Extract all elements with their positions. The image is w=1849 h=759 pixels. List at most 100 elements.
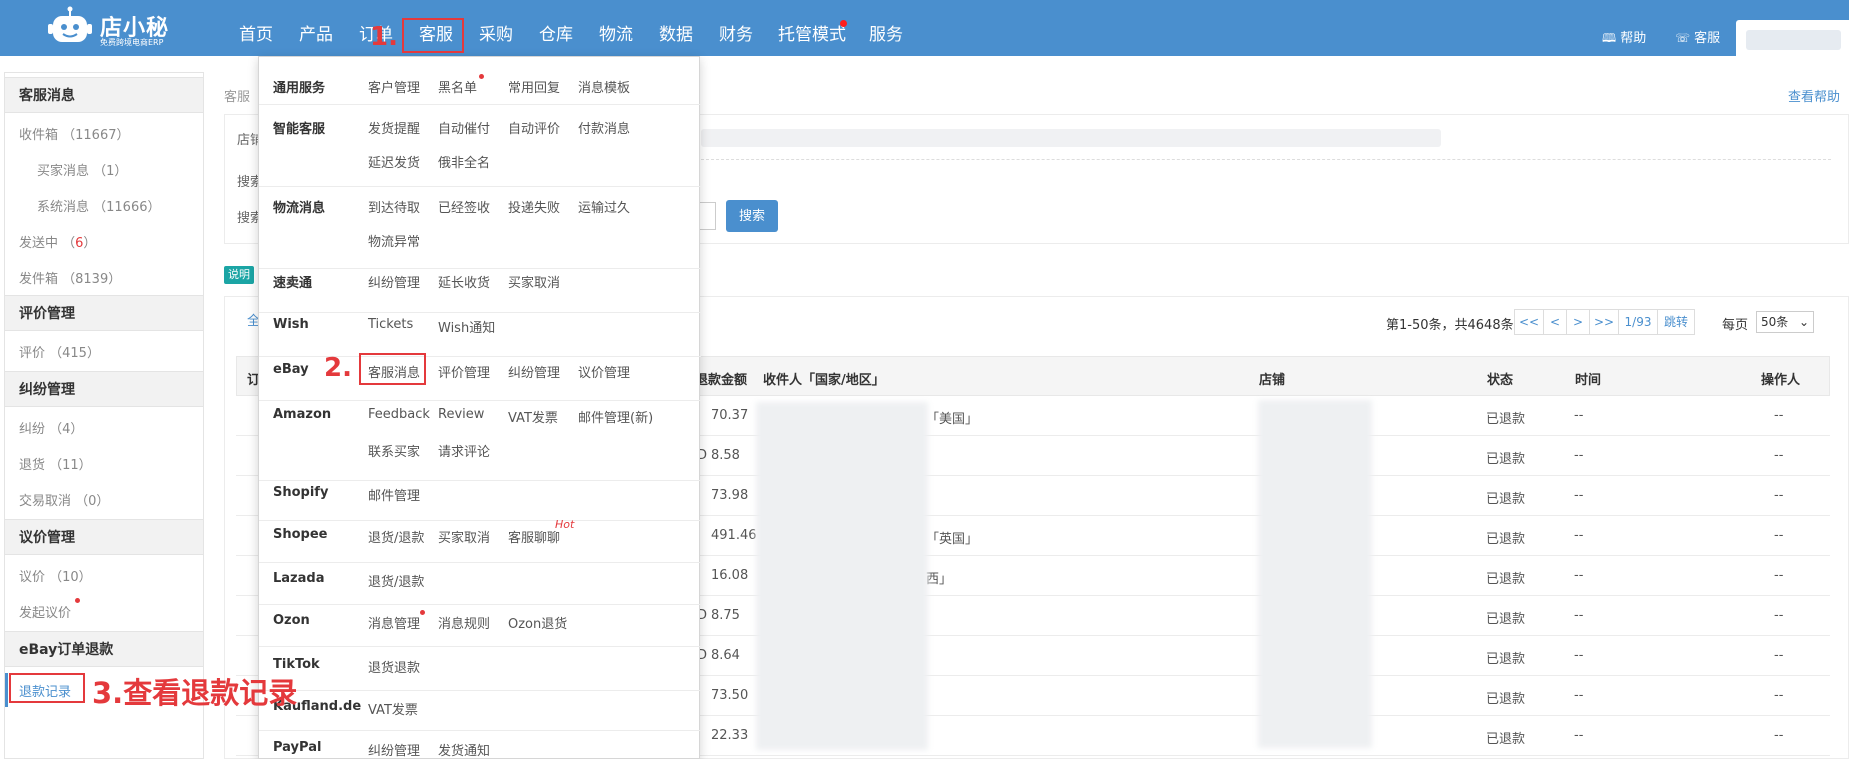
sidebar-item-system-messages[interactable]: 系统消息 （11666） — [37, 196, 161, 215]
dd-link[interactable]: 俄非全名 — [438, 152, 490, 171]
dd-link[interactable]: 消息规则 — [438, 613, 490, 632]
breadcrumb[interactable]: 客服 — [224, 86, 250, 105]
dd-link[interactable]: 付款消息 — [578, 118, 630, 137]
sidebar-item-buyer-messages[interactable]: 买家消息 （1） — [37, 160, 127, 179]
dd-link[interactable]: 延长收货 — [438, 272, 490, 291]
user-account-box[interactable] — [1736, 20, 1849, 56]
nav-finance[interactable]: 财务 — [716, 0, 756, 56]
sidebar-item-returns[interactable]: 退货 （11） — [19, 454, 92, 473]
row-operator: -- — [1774, 568, 1784, 583]
sidebar-item-reviews[interactable]: 评价 （415） — [19, 342, 100, 361]
sidebar-item-disputes[interactable]: 纠纷 （4） — [19, 418, 83, 437]
row-status: 已退款 — [1486, 732, 1526, 747]
dd-head-ozon: Ozon — [273, 613, 310, 628]
dd-link[interactable]: 发货通知 — [438, 740, 490, 759]
dd-new-dot — [420, 610, 425, 615]
dd-link[interactable]: 到达待取 — [368, 197, 420, 216]
start-offer-dot — [75, 598, 80, 603]
col-recipient: 收件人「国家/地区」 — [763, 373, 885, 388]
pager-last-button[interactable]: >> — [1589, 309, 1619, 335]
sidebar-item-inbox[interactable]: 收件箱 （11667） — [19, 124, 130, 143]
headset-icon: ☏ — [1675, 31, 1691, 45]
top-service-label: 客服 — [1694, 31, 1721, 46]
per-page-value: 50条 — [1761, 315, 1789, 329]
row-time: -- — [1574, 728, 1584, 743]
dd-link[interactable]: Feedback — [368, 407, 430, 422]
note-tag[interactable]: 说明 — [224, 266, 254, 284]
row-time: -- — [1574, 408, 1584, 423]
dd-link[interactable]: 纠纷管理 — [368, 740, 420, 759]
dd-link[interactable]: 客户管理 — [368, 77, 420, 96]
robot-logo-icon — [48, 6, 92, 42]
dd-link[interactable]: 评价管理 — [438, 362, 490, 381]
nav-hosted-mode[interactable]: 托管模式 — [776, 0, 848, 56]
pager-next-button[interactable]: > — [1566, 309, 1590, 335]
dd-link[interactable]: 退货/退款 — [368, 527, 424, 546]
dd-link[interactable]: 物流异常 — [368, 231, 420, 250]
nav-logistics[interactable]: 物流 — [596, 0, 636, 56]
view-help-link[interactable]: 查看帮助 — [1788, 86, 1840, 105]
pager-prev-button[interactable]: < — [1543, 309, 1567, 335]
brand-logo[interactable]: 店小秘 免费跨境电商ERP — [46, 4, 186, 50]
dd-link[interactable]: 买家取消 — [438, 527, 490, 546]
user-name-redacted — [1746, 30, 1841, 50]
nav-purchasing[interactable]: 采购 — [476, 0, 516, 56]
search-button[interactable]: 搜索 — [726, 200, 778, 232]
per-page-select[interactable]: 50条 ⌄ — [1756, 311, 1814, 333]
brand-tagline: 免费跨境电商ERP — [100, 38, 164, 47]
nav-home[interactable]: 首页 — [236, 0, 276, 56]
dd-link[interactable]: 自动评价 — [508, 118, 560, 137]
row-status: 已退款 — [1486, 612, 1526, 627]
dd-head-shopify: Shopify — [273, 485, 329, 500]
sidebar-item-outbox[interactable]: 发件箱 （8139） — [19, 268, 121, 287]
dd-link[interactable]: VAT发票 — [508, 407, 558, 426]
sidebar-item-offers[interactable]: 议价 （10） — [19, 566, 92, 585]
dd-link[interactable]: VAT发票 — [368, 699, 418, 718]
dd-link[interactable]: 消息模板 — [578, 77, 630, 96]
dd-link[interactable]: 纠纷管理 — [368, 272, 420, 291]
dd-link[interactable]: Ozon退货 — [508, 613, 567, 632]
nav-data[interactable]: 数据 — [656, 0, 696, 56]
dd-link[interactable]: 退货/退款 — [368, 571, 424, 590]
dd-link[interactable]: 运输过久 — [578, 197, 630, 216]
nav-products[interactable]: 产品 — [296, 0, 336, 56]
customer-service-dropdown: 通用服务 客户管理 黑名单 常用回复 消息模板 智能客服 发货提醒 自动催付 自… — [258, 56, 701, 759]
pager-first-button[interactable]: << — [1514, 309, 1544, 335]
dd-link[interactable]: Review — [438, 407, 484, 422]
nav-warehouse[interactable]: 仓库 — [536, 0, 576, 56]
row-time: -- — [1574, 528, 1584, 543]
dd-link[interactable]: 纠纷管理 — [508, 362, 560, 381]
dd-link[interactable]: 买家取消 — [508, 272, 560, 291]
sidebar-item-sending[interactable]: 发送中 （6） — [19, 232, 96, 251]
row-status: 已退款 — [1486, 692, 1526, 707]
col-refund-amount: 退款金额 — [695, 373, 748, 388]
dd-link[interactable]: 请求评论 — [438, 441, 490, 460]
dd-link[interactable]: 邮件管理(新) — [578, 407, 653, 426]
dd-link[interactable]: Wish通知 — [438, 317, 495, 336]
pager-jump-button[interactable]: 跳转 — [1657, 309, 1695, 335]
top-service-link[interactable]: ☏ 客服 — [1675, 27, 1720, 46]
dd-link[interactable]: 已经签收 — [438, 197, 490, 216]
dd-link[interactable]: 投递失败 — [508, 197, 560, 216]
dd-link[interactable]: 邮件管理 — [368, 485, 420, 504]
sidebar-section-offers: 议价管理 — [5, 519, 203, 555]
row-country: 「英国」 — [926, 532, 979, 547]
row-amount: 73.98 — [711, 488, 749, 503]
nav-services[interactable]: 服务 — [866, 0, 906, 56]
sidebar-item-start-offer[interactable]: 发起议价 — [19, 602, 71, 621]
dd-link[interactable]: 消息管理 — [368, 613, 420, 632]
dd-link[interactable]: 黑名单 — [438, 77, 477, 96]
dd-link[interactable]: 延迟发货 — [368, 152, 420, 171]
dd-link[interactable]: 议价管理 — [578, 362, 630, 381]
dd-link[interactable]: 客服聊聊 — [508, 527, 560, 546]
top-help-link[interactable]: 🕮 帮助 — [1602, 27, 1646, 50]
dd-link[interactable]: 自动催付 — [438, 118, 490, 137]
dd-link[interactable]: 发货提醒 — [368, 118, 420, 137]
dd-link[interactable]: 常用回复 — [508, 77, 560, 96]
dd-link[interactable]: 退货退款 — [368, 657, 420, 676]
sidebar-item-cancellations[interactable]: 交易取消 （0） — [19, 490, 109, 509]
col-operator: 操作人 — [1761, 373, 1801, 388]
dd-link[interactable]: 联系买家 — [368, 441, 420, 460]
row-time: -- — [1574, 448, 1584, 463]
dd-link[interactable]: Tickets — [368, 317, 413, 332]
